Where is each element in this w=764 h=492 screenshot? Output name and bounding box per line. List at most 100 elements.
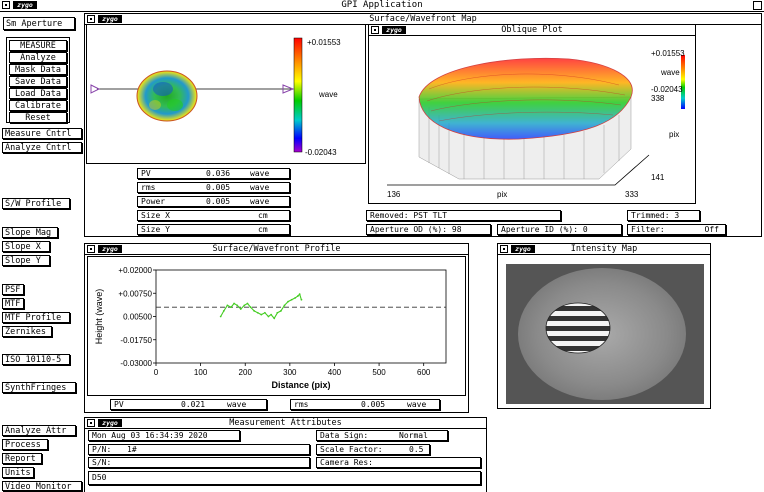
oblique-plot-title: Oblique Plot xyxy=(501,25,563,35)
slope-x-button[interactable]: Slope X xyxy=(2,241,50,252)
y-tick-label: +0.02000 xyxy=(118,266,152,275)
slope-mag-button[interactable]: Slope Mag xyxy=(2,227,58,238)
oblique-plot-titlebar[interactable]: zygo Oblique Plot xyxy=(369,25,695,36)
attributes-titlebar[interactable]: zygo Measurement Attributes xyxy=(85,418,486,429)
profile-data-point xyxy=(230,306,232,309)
rms-stat: rms 0.005 wave xyxy=(137,182,290,193)
main-title-bar: zygo GPI Application xyxy=(0,0,764,12)
profile-data-point xyxy=(249,306,252,309)
measure-cntrl-button[interactable]: Measure Cntrl xyxy=(2,128,82,139)
y-tick-label: -0.03000 xyxy=(120,359,152,368)
profile-data-point xyxy=(222,310,225,312)
profile-chart: +0.02000 +0.00750 0.00500 -0.01750 -0.030000… xyxy=(94,266,447,390)
load-data-button[interactable]: Load Data xyxy=(9,88,67,99)
oblique-axis-x-label: pix xyxy=(497,190,507,199)
profile-title: Surface/Wavefront Profile xyxy=(212,244,341,254)
analyze-cntrl-button[interactable]: Analyze Cntrl xyxy=(2,142,82,153)
units-button[interactable]: Units xyxy=(2,467,34,478)
y-axis-label: Height (wave) xyxy=(94,289,104,345)
video-monitor-button[interactable]: Video Monitor xyxy=(2,481,82,491)
zygo-logo: zygo xyxy=(98,245,122,253)
profile-data-point xyxy=(280,310,282,312)
profile-data-point xyxy=(298,293,301,296)
app-title: GPI Application xyxy=(341,0,423,10)
slope-y-button[interactable]: Slope Y xyxy=(2,255,50,266)
oblique-axis-y-label: pix xyxy=(669,130,679,139)
attributes-close-box[interactable] xyxy=(87,419,95,427)
process-button[interactable]: Process xyxy=(2,439,48,450)
sn-field[interactable]: S/N: xyxy=(88,457,310,468)
mtf-profile-button[interactable]: MTF Profile xyxy=(2,312,70,323)
x-tick-label: 0 xyxy=(154,368,159,377)
profile-data-point xyxy=(270,313,273,316)
calibrate-button[interactable]: Calibrate xyxy=(9,100,67,111)
reset-button[interactable]: Reset xyxy=(9,112,67,123)
mask-data-button[interactable]: Mask Data xyxy=(9,64,67,75)
profile-close-box[interactable] xyxy=(87,245,95,253)
camera-res-field: Camera Res: xyxy=(316,457,481,468)
profile-data-point xyxy=(219,315,222,318)
profile-data-point xyxy=(287,300,289,303)
intensity-map-image xyxy=(506,264,704,404)
y-tick-label: +0.00750 xyxy=(118,289,152,298)
zernikes-button[interactable]: Zernikes xyxy=(2,326,52,337)
sm-aperture-button[interactable]: Sm Aperture xyxy=(3,17,75,30)
save-data-button[interactable]: Save Data xyxy=(9,76,67,87)
profile-pv-field: PV 0.021 wave xyxy=(110,399,267,410)
zygo-logo: zygo xyxy=(98,419,122,427)
x-tick-label: 600 xyxy=(417,368,431,377)
intensity-map-titlebar[interactable]: zygo Intensity Map xyxy=(498,244,710,255)
profile-data-point xyxy=(263,311,266,314)
analyze-button[interactable]: Analyze xyxy=(9,52,67,63)
trimmed-field: Trimmed: 3 xyxy=(627,210,700,221)
analyze-attr-button[interactable]: Analyze Attr xyxy=(2,425,76,436)
x-tick-label: 500 xyxy=(372,368,386,377)
synth-fringes-button[interactable]: SynthFringes xyxy=(2,382,76,393)
size-x-stat: Size X cm xyxy=(137,210,290,221)
colorbar-unit: wave xyxy=(318,90,338,99)
data-sign-field: Data Sign: Normal xyxy=(316,430,448,441)
oblique-legend-unit: wave xyxy=(660,68,680,77)
note-field[interactable]: D50 xyxy=(88,471,481,485)
profile-data-point xyxy=(233,302,235,305)
profile-data-point xyxy=(246,302,249,305)
profile-data-point xyxy=(260,313,263,316)
pn-field[interactable]: P/N: 1# xyxy=(88,444,310,455)
intensity-map-close-box[interactable] xyxy=(500,245,508,253)
y-tick-label: 0.00500 xyxy=(123,313,152,322)
wavefront-map-image xyxy=(136,70,198,122)
window-control[interactable] xyxy=(753,1,762,10)
oblique-plot-svg: +0.01553 wave -0.02043 338 pix 141 136 p… xyxy=(387,49,685,199)
measure-button[interactable]: MEASURE xyxy=(9,40,67,51)
pv-stat: PV 0.036 wave xyxy=(137,168,290,179)
profile-titlebar[interactable]: zygo Surface/Wavefront Profile xyxy=(85,244,468,255)
zygo-logo: zygo xyxy=(382,26,406,34)
x-tick-label: 200 xyxy=(239,368,253,377)
profile-plot-frame: +0.02000 +0.00750 0.00500 -0.01750 -0.03000 0… xyxy=(87,256,466,396)
oblique-axis-y-top: 338 xyxy=(651,94,665,103)
oblique-axis-x-start: 136 xyxy=(387,190,401,199)
aperture-od-field: Aperture OD (%): 98 xyxy=(366,224,491,235)
sw-profile-button[interactable]: S/W Profile xyxy=(2,198,70,209)
profile-data-point xyxy=(226,304,229,307)
profile-data-point xyxy=(300,298,303,301)
mtf-button[interactable]: MTF xyxy=(2,298,24,309)
profile-data-point xyxy=(294,297,297,299)
oblique-plot-close-box[interactable] xyxy=(371,26,379,34)
size-y-stat: Size Y cm xyxy=(137,224,290,235)
surface-map-close-box[interactable] xyxy=(87,15,95,23)
x-tick-label: 100 xyxy=(194,368,208,377)
profile-data-point xyxy=(239,308,242,310)
profile-data-point xyxy=(236,304,239,307)
iso-10110-button[interactable]: ISO 10110-5 xyxy=(2,354,70,365)
zygo-logo: zygo xyxy=(511,245,535,253)
profile-data-point xyxy=(256,311,259,314)
profile-data-point xyxy=(276,311,279,314)
oblique-legend-max: +0.01553 xyxy=(651,49,685,58)
profile-data-point xyxy=(273,317,276,320)
report-button[interactable]: Report xyxy=(2,453,42,464)
psf-button[interactable]: PSF xyxy=(2,284,24,295)
surface-map-title: Surface/Wavefront Map xyxy=(369,14,477,24)
oblique-plot-window: zygo Oblique Plot +0.01553 wave -0.02043… xyxy=(368,24,696,204)
profile-data-point xyxy=(267,315,270,318)
